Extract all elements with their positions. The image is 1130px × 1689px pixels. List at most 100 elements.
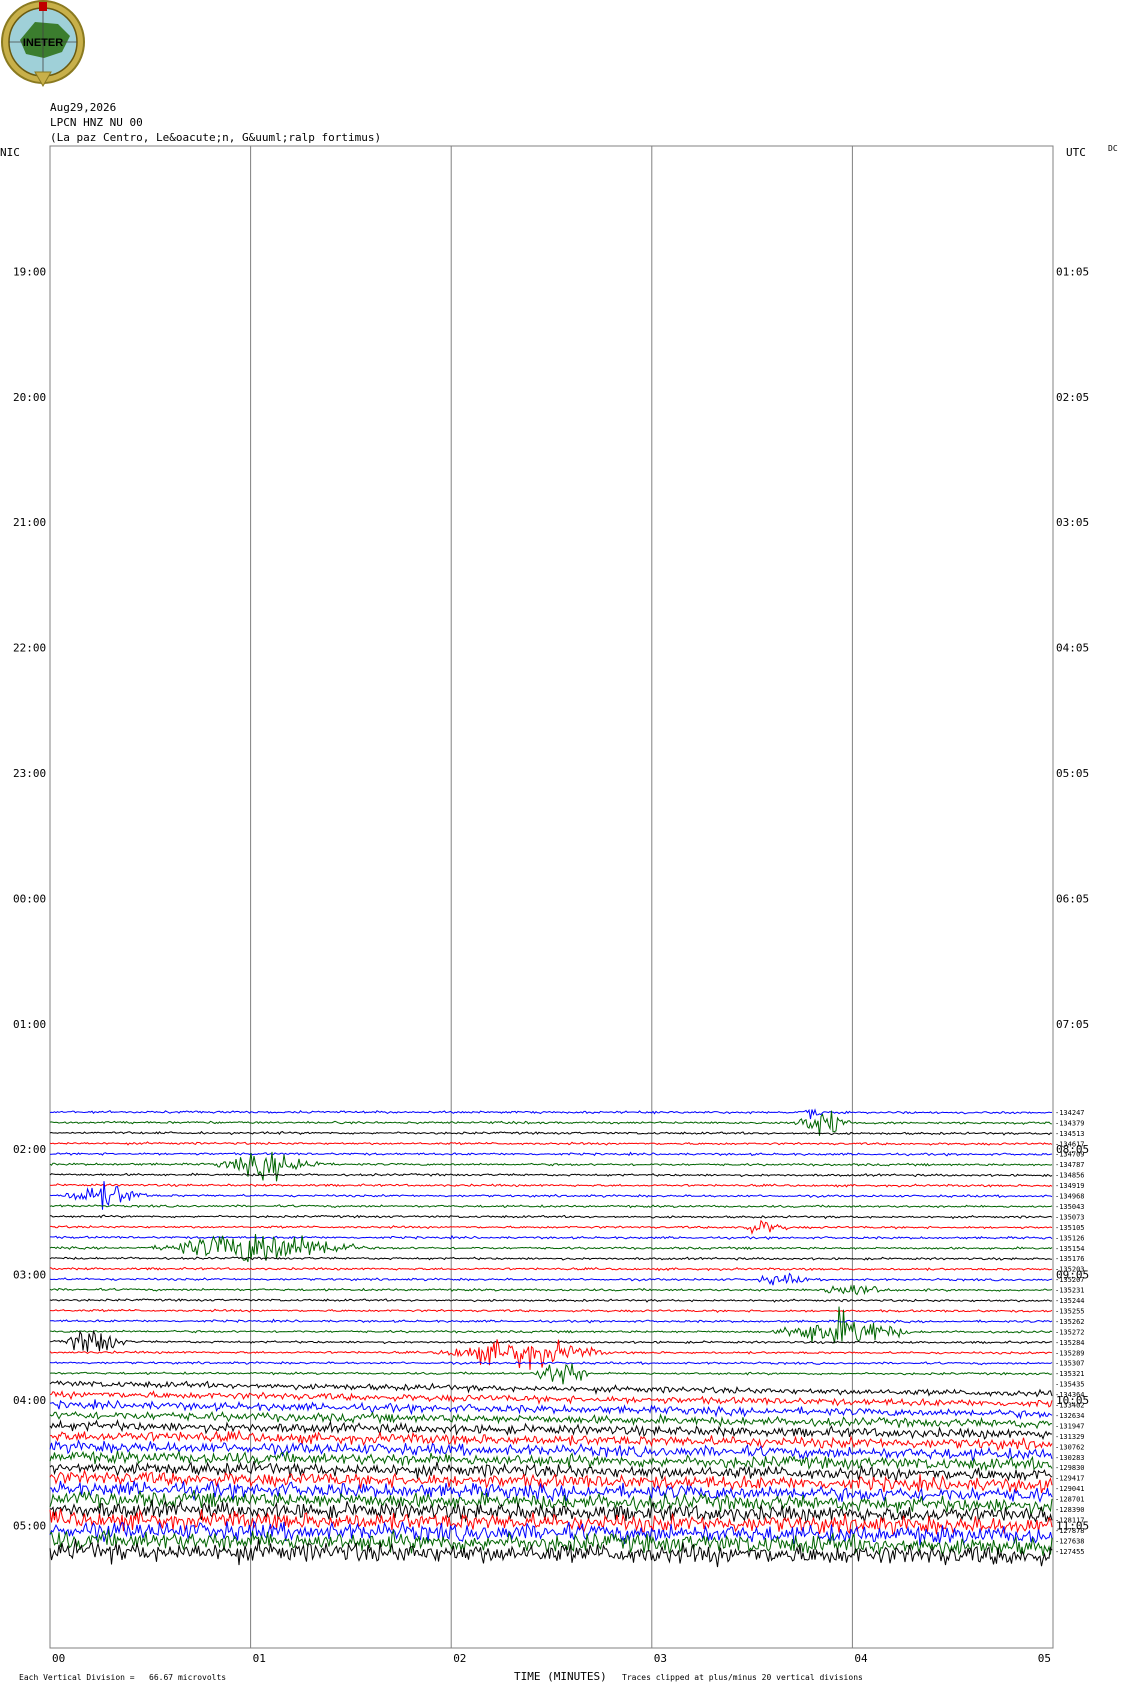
dc-offset-label: -129417 bbox=[1055, 1475, 1085, 1483]
dc-offset-label: -134968 bbox=[1055, 1193, 1085, 1201]
right-hour-label: 02:05 bbox=[1056, 391, 1089, 404]
dc-offset-label: -134379 bbox=[1055, 1119, 1085, 1127]
dc-offset-label: -135284 bbox=[1055, 1339, 1085, 1347]
x-tick-label: 00 bbox=[52, 1652, 65, 1665]
header-date: Aug29,2026 bbox=[50, 101, 117, 114]
seismic-trace bbox=[49, 1360, 1053, 1366]
x-tick-label: 03 bbox=[654, 1652, 667, 1665]
dc-offset-label: -131947 bbox=[1055, 1422, 1085, 1430]
dc-offset-label: -134856 bbox=[1055, 1172, 1085, 1180]
dc-offset-label: -128701 bbox=[1055, 1496, 1085, 1504]
dc-offset-label: -135154 bbox=[1055, 1245, 1085, 1253]
dc-offset-label: -128390 bbox=[1055, 1506, 1085, 1514]
right-hour-label: 01:05 bbox=[1056, 265, 1089, 278]
dc-offset-label: -135043 bbox=[1055, 1203, 1085, 1211]
dc-offset-label: -134513 bbox=[1055, 1130, 1085, 1138]
dc-offset-label: -135435 bbox=[1055, 1381, 1085, 1389]
left-hour-label: 01:00 bbox=[13, 1018, 46, 1031]
dc-offset-label: -134709 bbox=[1055, 1151, 1085, 1159]
seismic-trace bbox=[49, 1418, 1052, 1441]
dc-offset-label: -131329 bbox=[1055, 1433, 1085, 1441]
seismic-trace bbox=[49, 1489, 1053, 1516]
dc-offset-label: -135176 bbox=[1055, 1255, 1085, 1263]
seismic-trace bbox=[49, 1480, 1053, 1503]
left-hour-label: 23:00 bbox=[13, 767, 46, 780]
seismic-trace bbox=[49, 1266, 1053, 1272]
dc-offset-label: -135203 bbox=[1055, 1266, 1085, 1274]
right-hour-label: 07:05 bbox=[1056, 1018, 1089, 1031]
seismic-trace bbox=[49, 1130, 1053, 1136]
x-tick-label: 04 bbox=[854, 1652, 868, 1665]
dc-offset-label: -135262 bbox=[1055, 1318, 1085, 1326]
seismic-trace bbox=[49, 1329, 1053, 1352]
dc-offset-label: -128117 bbox=[1055, 1516, 1085, 1524]
header-station: LPCN HNZ NU 00 bbox=[50, 116, 143, 129]
seismic-trace bbox=[49, 1110, 1053, 1136]
dc-offset-label: -132634 bbox=[1055, 1412, 1085, 1420]
seismic-trace bbox=[49, 1108, 1053, 1120]
x-tick-label: 05 bbox=[1038, 1652, 1051, 1665]
seismic-trace bbox=[49, 1380, 1053, 1398]
seismic-trace bbox=[49, 1308, 1053, 1314]
seismic-trace bbox=[49, 1256, 1053, 1261]
dc-offset-label: -135126 bbox=[1055, 1234, 1085, 1242]
right-hour-label: 06:05 bbox=[1056, 892, 1089, 905]
seismic-trace bbox=[49, 1272, 1053, 1286]
dc-offset-label: -130762 bbox=[1055, 1443, 1085, 1451]
seismic-trace bbox=[49, 1214, 1053, 1220]
left-hour-label: 02:00 bbox=[13, 1143, 46, 1156]
seismic-trace bbox=[49, 1298, 1053, 1303]
dc-offset-label: -135289 bbox=[1055, 1349, 1085, 1357]
left-axis-label: NIC bbox=[0, 146, 20, 159]
seismic-trace bbox=[49, 1306, 1053, 1344]
left-hour-label: 22:00 bbox=[13, 642, 46, 655]
trace-group bbox=[49, 1108, 1053, 1568]
dc-offset-label: -135231 bbox=[1055, 1287, 1085, 1295]
dc-offset-label: -130283 bbox=[1055, 1454, 1085, 1462]
seismic-trace bbox=[49, 1284, 1053, 1296]
right-hour-label: 05:05 bbox=[1056, 767, 1089, 780]
dc-offset-label: -127878 bbox=[1055, 1527, 1085, 1535]
dc-offset-label: -134247 bbox=[1055, 1109, 1085, 1117]
seismic-trace bbox=[49, 1339, 1053, 1370]
seismic-trace bbox=[49, 1399, 1053, 1420]
seismic-trace bbox=[49, 1363, 1053, 1385]
plot-frame bbox=[49, 145, 1054, 1649]
dc-offset-label: -135255 bbox=[1055, 1307, 1085, 1315]
seismic-trace bbox=[49, 1318, 1053, 1324]
seismic-trace bbox=[49, 1172, 1053, 1178]
x-axis-title: TIME (MINUTES) bbox=[514, 1670, 607, 1683]
dc-offset-label: -135073 bbox=[1055, 1213, 1085, 1221]
right-axis-label: UTC bbox=[1066, 146, 1086, 159]
dc-offset-label: -127455 bbox=[1055, 1548, 1085, 1556]
left-hour-label: 00:00 bbox=[13, 892, 46, 905]
left-hour-label: 21:00 bbox=[13, 516, 46, 529]
left-hour-label: 19:00 bbox=[13, 265, 46, 278]
dc-offset-label: -135307 bbox=[1055, 1360, 1085, 1368]
seismic-trace bbox=[49, 1141, 1053, 1146]
dc-offset-label: -129041 bbox=[1055, 1485, 1085, 1493]
seismic-trace bbox=[49, 1151, 1053, 1182]
dc-offset-label: -134617 bbox=[1055, 1140, 1085, 1148]
dc-offset-label: -135272 bbox=[1055, 1328, 1085, 1336]
dc-offset-label: -135207 bbox=[1055, 1276, 1085, 1284]
left-hour-label: 05:00 bbox=[13, 1519, 46, 1532]
seismic-trace bbox=[49, 1183, 1053, 1188]
dc-offset-label: -133402 bbox=[1055, 1402, 1085, 1410]
dc-offset-label: -134364 bbox=[1055, 1391, 1085, 1399]
seismic-trace bbox=[50, 1219, 1053, 1235]
right-hour-label: 03:05 bbox=[1056, 516, 1089, 529]
dc-offset-label: -134919 bbox=[1055, 1182, 1085, 1190]
seismic-trace bbox=[49, 1204, 1053, 1209]
minute-gridlines bbox=[250, 146, 853, 1648]
dc-offset-label: -129830 bbox=[1055, 1464, 1085, 1472]
right-hour-label: 04:05 bbox=[1056, 642, 1089, 655]
dc-offset-label: -127638 bbox=[1055, 1537, 1085, 1545]
seismic-trace bbox=[50, 1235, 1053, 1240]
dc-offset-label: -134787 bbox=[1055, 1161, 1085, 1169]
left-hour-label: 20:00 bbox=[13, 391, 46, 404]
x-tick-label: 02 bbox=[453, 1652, 466, 1665]
seismic-trace bbox=[49, 1151, 1053, 1157]
seismic-trace bbox=[49, 1450, 1053, 1472]
dc-label: DC bbox=[1108, 144, 1118, 153]
